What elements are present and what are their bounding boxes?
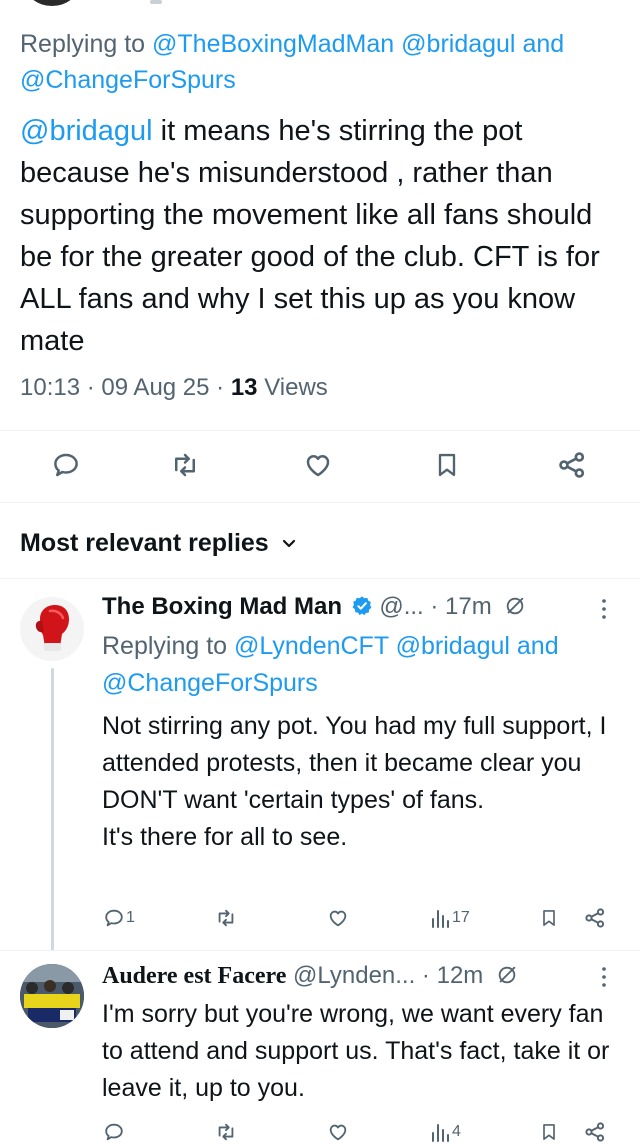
reply-action-views[interactable]: 17 [430,906,470,930]
bookmark-icon[interactable] [539,1121,559,1143]
divider-2 [0,502,640,503]
repost-icon[interactable] [169,450,201,480]
avatar[interactable] [20,597,84,661]
previous-header-fragment [150,0,162,4]
tweet-text: @bridagul it means he's stirring the pot… [20,110,628,362]
reply-action-reply[interactable]: 1 [103,906,135,930]
mention-bridagul[interactable]: @bridagul [396,632,510,660]
tweet-time[interactable]: 10:13 [20,374,80,401]
like-icon[interactable] [302,450,334,480]
reply-age[interactable]: 17m [445,593,492,620]
grok-icon[interactable] [504,595,526,617]
mention-changeforspurs[interactable]: @ChangeForSpurs [102,669,318,697]
reply-icon[interactable] [103,1121,125,1143]
like-icon[interactable] [326,1121,350,1143]
crowd-photo-icon [20,964,84,1028]
handle[interactable]: @... [379,593,423,620]
reply-age[interactable]: 12m [437,962,484,989]
mention-and[interactable]: and [522,30,564,58]
mention-and[interactable]: and [517,632,559,660]
tweet-mention-bridagul[interactable]: @bridagul [20,115,153,147]
views-icon [430,1121,450,1143]
views-count: 13 [230,374,258,401]
reply-action-views[interactable]: 4 [430,1120,461,1144]
reply-icon [103,907,125,929]
thread-line [51,668,54,951]
bookmark-icon[interactable] [433,450,461,480]
handle[interactable]: @Lynden... [293,962,415,989]
reply-text: I'm sorry but you're wrong, we want ever… [102,1000,610,1102]
replies-sort-label: Most relevant replies [20,529,269,557]
mention-bridagul[interactable]: @bridagul [401,30,515,58]
more-options-icon[interactable] [600,598,608,620]
divider-4 [0,950,640,951]
display-name[interactable]: The Boxing Mad Man [102,593,342,620]
views-icon [430,907,450,929]
reply-icon[interactable] [51,450,81,480]
previous-avatar [26,0,78,6]
reply-header: The Boxing Mad Man @... · 17m [102,591,627,623]
mention-theboxingmadman[interactable]: @TheBoxingMadMan [152,30,394,58]
replying-to-label: Replying to [20,30,146,58]
bookmark-icon[interactable] [539,907,559,929]
mention-lyndencft[interactable]: @LyndenCFT [234,632,389,660]
share-icon[interactable] [556,449,588,481]
reply-header: Audere est Facere @Lynden... · 12m [102,960,627,992]
views-label: Views [264,374,328,401]
display-name[interactable]: Audere est Facere [102,963,286,989]
avatar[interactable] [20,964,84,1028]
mention-changeforspurs[interactable]: @ChangeForSpurs [20,66,236,94]
tweet-meta: 10:13 · 09 Aug 25 · 13 Views [20,374,328,401]
reply-replying-to-line: Replying to @LyndenCFT @bridagul and @Ch… [102,628,627,702]
divider-3 [0,578,640,579]
share-icon[interactable] [583,906,607,930]
views-count: 17 [452,909,470,926]
tweet-date[interactable]: 09 Aug 25 [101,374,209,401]
divider-1 [0,430,640,431]
chevron-down-icon [282,539,296,549]
replies-sort-dropdown[interactable]: Most relevant replies [20,526,296,560]
more-options-icon[interactable] [600,966,608,988]
views-count: 4 [452,1123,461,1140]
replying-to-line: Replying to @TheBoxingMadMan @bridagul a… [20,26,635,98]
reply-count: 1 [126,909,135,926]
replying-to-label: Replying to [102,632,228,660]
share-icon[interactable] [583,1120,607,1144]
verified-badge-icon [351,595,373,617]
tweet-body: it means he's stirring the pot because h… [20,115,600,357]
repost-icon[interactable] [214,1121,238,1143]
grok-icon[interactable] [496,964,518,986]
reply-text: Not stirring any pot. You had my full su… [102,712,607,851]
boxing-glove-icon [35,605,69,651]
repost-icon[interactable] [214,907,238,929]
like-icon[interactable] [326,907,350,929]
